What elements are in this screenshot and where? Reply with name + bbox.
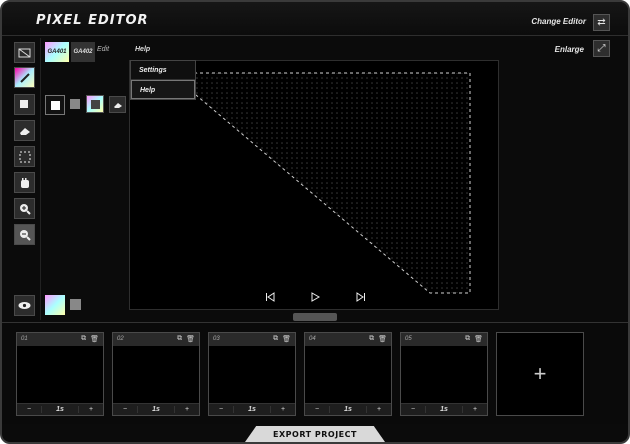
frame-number: 05 xyxy=(405,336,412,342)
frame-number: 04 xyxy=(309,336,316,342)
color-gray-swatch[interactable] xyxy=(70,99,80,109)
help-menu[interactable]: Help xyxy=(135,46,150,53)
app-title: PIXEL EDITOR xyxy=(36,13,149,28)
tile-ga401[interactable]: GA401 xyxy=(45,42,69,62)
timeline-resize-handle[interactable] xyxy=(293,313,337,321)
eye-icon xyxy=(18,302,31,309)
trash-icon[interactable]: 🗑 xyxy=(282,335,291,343)
play-button[interactable] xyxy=(310,292,321,305)
trash-icon[interactable]: 🗑 xyxy=(90,335,99,343)
skip-forward-icon xyxy=(356,292,365,302)
skip-back-icon xyxy=(266,292,275,302)
toolbar-divider xyxy=(40,38,41,320)
palette-eraser-button[interactable] xyxy=(109,96,126,113)
frame-header: 05 ⧉ 🗑 xyxy=(401,333,487,346)
frame-duration-increase[interactable]: + xyxy=(175,406,199,413)
skip-forward-button[interactable] xyxy=(356,292,366,305)
menu-item-help[interactable]: Help xyxy=(131,80,195,99)
frame-duration-decrease[interactable]: − xyxy=(401,406,425,413)
layer-icon xyxy=(18,48,31,57)
gradient-inner-chip xyxy=(91,100,100,109)
frame-duration: 1s xyxy=(137,406,175,413)
frame-duration-increase[interactable]: + xyxy=(271,406,295,413)
eraser-icon xyxy=(113,102,122,108)
skip-back-button[interactable] xyxy=(265,292,275,305)
frame-duration-decrease[interactable]: − xyxy=(113,406,137,413)
select-icon xyxy=(19,151,30,162)
eraser-icon xyxy=(19,127,30,135)
pen-icon xyxy=(20,73,30,83)
frame-header: 02 ⧉ 🗑 xyxy=(113,333,199,346)
shape-tool[interactable] xyxy=(14,94,35,115)
frame-duration-decrease[interactable]: − xyxy=(209,406,233,413)
swap-editor-button[interactable]: ⇄ xyxy=(593,14,610,31)
trash-icon[interactable]: 🗑 xyxy=(186,335,195,343)
hand-tool[interactable] xyxy=(14,172,35,193)
editor-window: PIXEL EDITOR Change Editor ⇄ GA401 GA402… xyxy=(0,0,630,444)
frame-footer: − 1s + xyxy=(401,403,487,415)
frame-footer: − 1s + xyxy=(17,403,103,415)
frame-number: 02 xyxy=(117,336,124,342)
frame-card-04[interactable]: 04 ⧉ 🗑 − 1s + xyxy=(304,332,392,416)
frame-duration-decrease[interactable]: − xyxy=(305,406,329,413)
color-white-swatch[interactable] xyxy=(45,95,65,115)
frame-duration: 1s xyxy=(425,406,463,413)
frame-number: 01 xyxy=(21,336,28,342)
duplicate-icon[interactable]: ⧉ xyxy=(369,335,374,343)
frame-card-01[interactable]: 01 ⧉ 🗑 − 1s + xyxy=(16,332,104,416)
zoom-out-tool[interactable] xyxy=(14,224,35,245)
duplicate-icon[interactable]: ⧉ xyxy=(465,335,470,343)
enlarge-button[interactable]: ⤢ xyxy=(593,40,610,57)
swap-icon: ⇄ xyxy=(597,17,606,28)
frame-duration: 1s xyxy=(41,406,79,413)
frame-number: 03 xyxy=(213,336,220,342)
secondary-color-swatch[interactable] xyxy=(70,299,81,310)
duplicate-icon[interactable]: ⧉ xyxy=(273,335,278,343)
duplicate-icon[interactable]: ⧉ xyxy=(81,335,86,343)
export-project-button[interactable]: EXPORT PROJECT xyxy=(245,426,385,442)
frame-duration-increase[interactable]: + xyxy=(463,406,487,413)
duplicate-icon[interactable]: ⧉ xyxy=(177,335,182,343)
shape-icon xyxy=(20,100,28,108)
frame-footer: − 1s + xyxy=(209,403,295,415)
primary-color-swatch[interactable] xyxy=(45,295,65,315)
trash-icon[interactable]: 🗑 xyxy=(474,335,483,343)
edit-menu[interactable]: Edit xyxy=(97,46,109,53)
tile-ga402[interactable]: GA402 xyxy=(71,42,95,62)
frame-duration: 1s xyxy=(233,406,271,413)
hand-icon xyxy=(20,177,29,188)
frame-duration: 1s xyxy=(329,406,367,413)
frame-card-03[interactable]: 03 ⧉ 🗑 − 1s + xyxy=(208,332,296,416)
expand-icon: ⤢ xyxy=(597,43,606,54)
zoom-out-icon xyxy=(19,229,31,241)
frame-duration-increase[interactable]: + xyxy=(367,406,391,413)
color-gradient-swatch[interactable] xyxy=(86,95,104,113)
frame-header: 04 ⧉ 🗑 xyxy=(305,333,391,346)
frame-header: 01 ⧉ 🗑 xyxy=(17,333,103,346)
white-color-chip xyxy=(50,100,60,110)
frame-duration-increase[interactable]: + xyxy=(79,406,103,413)
play-icon xyxy=(311,292,321,302)
eraser-tool[interactable] xyxy=(14,120,35,141)
enlarge-label[interactable]: Enlarge xyxy=(555,45,584,54)
layer-tool[interactable] xyxy=(14,42,35,63)
frame-footer: − 1s + xyxy=(305,403,391,415)
zoom-in-icon xyxy=(19,203,31,215)
help-dropdown: Settings Help xyxy=(130,60,196,100)
frame-card-05[interactable]: 05 ⧉ 🗑 − 1s + xyxy=(400,332,488,416)
view-tool[interactable] xyxy=(14,295,35,316)
change-editor-label[interactable]: Change Editor xyxy=(531,17,586,26)
frame-footer: − 1s + xyxy=(113,403,199,415)
menu-item-settings[interactable]: Settings xyxy=(131,61,195,80)
select-tool[interactable] xyxy=(14,146,35,167)
add-frame-button[interactable]: + xyxy=(496,332,584,416)
frame-card-02[interactable]: 02 ⧉ 🗑 − 1s + xyxy=(112,332,200,416)
trash-icon[interactable]: 🗑 xyxy=(378,335,387,343)
zoom-in-tool[interactable] xyxy=(14,198,35,219)
frame-duration-decrease[interactable]: − xyxy=(17,406,41,413)
plus-icon: + xyxy=(533,361,547,386)
frame-header: 03 ⧉ 🗑 xyxy=(209,333,295,346)
pen-tool[interactable] xyxy=(14,67,35,88)
